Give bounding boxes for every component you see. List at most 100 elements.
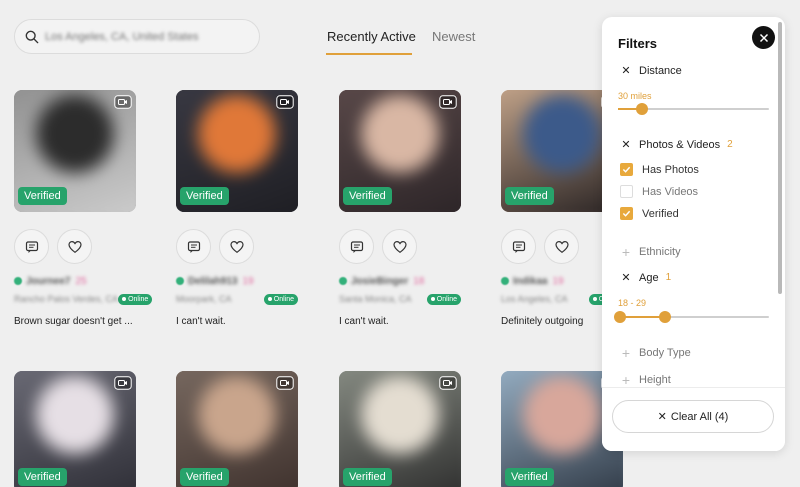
verified-badge: Verified xyxy=(18,468,67,486)
filter-section-age[interactable]: ✕ Age 1 xyxy=(620,271,672,285)
video-icon xyxy=(114,376,132,390)
close-icon: ✕ xyxy=(657,411,667,423)
distance-value: 30 miles xyxy=(618,91,652,101)
verified-badge: Verified xyxy=(505,468,554,486)
profile-bio: I can't wait. xyxy=(339,316,389,327)
profile-location: Los Angeles, CA xyxy=(501,294,568,304)
option-has-videos[interactable]: Has Videos xyxy=(620,185,698,198)
profile-card[interactable]: Verified xyxy=(14,371,136,487)
tab-active-indicator xyxy=(326,53,412,55)
search-input[interactable] xyxy=(45,30,245,43)
profile-name[interactable]: JosieBinger xyxy=(351,276,408,287)
age-value: 18 - 29 xyxy=(618,298,647,308)
profile-photo[interactable]: Verified xyxy=(339,90,461,212)
heart-icon xyxy=(392,240,407,254)
video-icon xyxy=(276,376,294,390)
heart-icon xyxy=(554,240,569,254)
heart-icon xyxy=(67,240,82,254)
has-photos-label: Has Photos xyxy=(642,163,699,176)
profile-photo[interactable]: Verified xyxy=(176,371,298,487)
verified-badge: Verified xyxy=(18,187,67,205)
tab-newest[interactable]: Newest xyxy=(432,29,475,44)
verified-badge: Verified xyxy=(505,187,554,205)
message-button[interactable] xyxy=(14,229,49,264)
collapse-icon: ✕ xyxy=(621,139,631,151)
has-videos-label: Has Videos xyxy=(642,185,699,198)
profile-card[interactable]: Verified xyxy=(339,371,461,487)
expand-icon: + xyxy=(621,372,631,388)
profile-card[interactable]: Verified Delilah913 19 Moorpark, CA Online I … xyxy=(176,90,298,327)
profile-location: Moorpark, CA xyxy=(176,294,232,304)
profile-card[interactable]: Verified Journee7 25 Rancho Palos Verdes, C… xyxy=(14,90,153,327)
like-button[interactable] xyxy=(382,229,417,264)
profile-photo[interactable]: Verified xyxy=(176,90,298,212)
online-dot xyxy=(176,277,184,285)
verified-badge: Verified xyxy=(180,468,229,486)
age-count: 1 xyxy=(665,272,672,283)
like-button[interactable] xyxy=(219,229,254,264)
age-slider-max-handle[interactable] xyxy=(658,311,671,323)
collapse-icon: ✕ xyxy=(621,272,631,284)
profile-name[interactable]: Indikaa xyxy=(513,276,547,287)
online-dot xyxy=(14,277,22,285)
message-button[interactable] xyxy=(339,229,374,264)
profile-location: Santa Monica, CA xyxy=(339,294,412,304)
checkbox-unchecked-icon[interactable] xyxy=(620,185,633,198)
profile-name[interactable]: Delilah913 xyxy=(188,276,237,287)
chat-icon xyxy=(512,240,526,254)
online-badge: Online xyxy=(426,293,461,305)
option-has-photos[interactable]: Has Photos xyxy=(620,163,699,176)
profile-card[interactable]: Verified JosieBinger 18 Santa Monica, CA Onl… xyxy=(339,90,461,327)
checkbox-checked-icon[interactable] xyxy=(620,163,633,176)
ethnicity-label: Ethnicity xyxy=(639,246,681,258)
online-badge: Online xyxy=(263,293,298,305)
chat-icon xyxy=(25,240,39,254)
filter-section-distance[interactable]: ✕ Distance xyxy=(620,64,681,78)
filters-footer: ✕ Clear All (4) xyxy=(602,387,785,451)
profile-age: 19 xyxy=(242,275,254,287)
verified-badge: Verified xyxy=(180,187,229,205)
checkbox-checked-icon[interactable] xyxy=(620,207,633,220)
chat-icon xyxy=(187,240,201,254)
filter-section-body-type[interactable]: + Body Type xyxy=(620,345,691,361)
age-label: Age xyxy=(639,271,659,284)
height-label: Height xyxy=(639,374,671,386)
body-type-label: Body Type xyxy=(639,347,691,359)
verified-badge: Verified xyxy=(343,468,392,486)
profile-photo[interactable]: Verified xyxy=(14,371,136,487)
search-icon xyxy=(25,30,39,43)
profile-age: 19 xyxy=(552,275,564,287)
close-filters-button[interactable] xyxy=(752,26,775,49)
online-dot xyxy=(339,277,347,285)
profile-photo[interactable]: Verified xyxy=(339,371,461,487)
message-button[interactable] xyxy=(176,229,211,264)
expand-icon: + xyxy=(621,244,631,260)
video-icon xyxy=(276,95,294,109)
tab-recently-active[interactable]: Recently Active xyxy=(327,29,416,44)
like-button[interactable] xyxy=(544,229,579,264)
online-badge: Online xyxy=(118,293,153,305)
profile-card[interactable]: Verified xyxy=(176,371,298,487)
like-button[interactable] xyxy=(57,229,92,264)
filter-section-ethnicity[interactable]: + Ethnicity xyxy=(620,244,681,260)
video-icon xyxy=(439,95,457,109)
profile-bio: I can't wait. xyxy=(176,316,226,327)
profile-name[interactable]: Journee7 xyxy=(26,276,70,287)
chat-icon xyxy=(350,240,364,254)
online-dot xyxy=(501,277,509,285)
filter-section-height[interactable]: + Height xyxy=(620,372,671,388)
video-icon xyxy=(439,376,457,390)
option-verified[interactable]: Verified xyxy=(620,207,679,220)
age-slider-min-handle[interactable] xyxy=(614,311,626,323)
filters-panel: Filters ✕ Distance 30 miles ✕ Photos & V… xyxy=(602,17,785,451)
panel-scrollbar[interactable] xyxy=(778,22,782,294)
clear-all-button[interactable]: ✕ Clear All (4) xyxy=(612,400,774,433)
expand-icon: + xyxy=(621,345,631,361)
profile-photo[interactable]: Verified xyxy=(14,90,136,212)
video-icon xyxy=(114,95,132,109)
location-search[interactable] xyxy=(14,19,260,54)
message-button[interactable] xyxy=(501,229,536,264)
distance-slider-handle[interactable] xyxy=(636,103,649,115)
filter-section-photos-videos[interactable]: ✕ Photos & Videos 2 xyxy=(620,138,732,152)
heart-icon xyxy=(229,240,244,254)
